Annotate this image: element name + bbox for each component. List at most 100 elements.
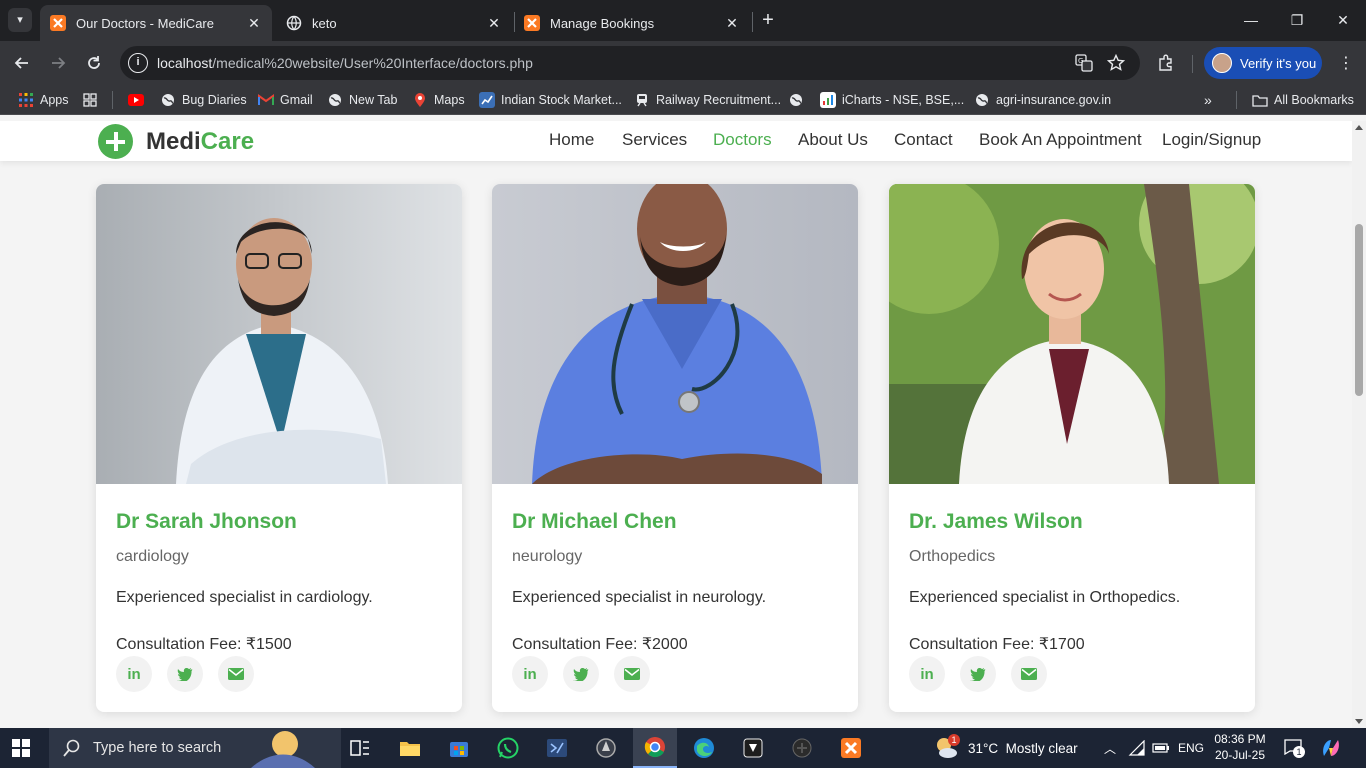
weather-widget[interactable]: 1 31°C Mostly clear [934, 728, 1078, 768]
edge-icon[interactable] [682, 728, 726, 768]
whatsapp-icon[interactable] [486, 728, 530, 768]
xampp-icon [50, 15, 66, 31]
xampp-icon[interactable] [829, 728, 873, 768]
tab-our-doctors[interactable]: Our Doctors - MediCare ✕ [40, 5, 272, 41]
site-info-icon[interactable]: i [128, 53, 148, 73]
battery-icon[interactable] [1152, 728, 1170, 768]
nav-book-appointment[interactable]: Book An Appointment [979, 130, 1142, 150]
network-icon[interactable] [1128, 728, 1146, 768]
bookmark-apps[interactable]: Apps [18, 91, 69, 109]
windows-start-button[interactable] [12, 739, 30, 757]
task-view-icon[interactable] [338, 728, 382, 768]
search-highlight-illustration [251, 731, 315, 768]
linkedin-icon[interactable]: in [909, 656, 945, 692]
notification-icon: 1 [1284, 739, 1305, 758]
new-tab-button[interactable]: + [758, 9, 778, 31]
minimize-button[interactable]: — [1228, 0, 1274, 40]
verify-profile-button[interactable]: Verify it's you [1204, 47, 1322, 79]
language-indicator[interactable]: ENG [1178, 728, 1204, 768]
doctor-description: Experienced specialist in neurology. [512, 589, 767, 606]
globe-icon [160, 92, 176, 108]
twitter-icon[interactable] [960, 656, 996, 692]
nav-doctors[interactable]: Doctors [713, 130, 772, 150]
social-links: in [512, 656, 650, 692]
close-tab-icon[interactable]: ✕ [486, 15, 502, 31]
system-clock[interactable]: 08:36 PM 20-Jul-25 [1210, 731, 1270, 763]
chevron-up-icon: ︿ [1104, 741, 1117, 756]
chrome-menu-button[interactable]: ⋮ [1332, 49, 1360, 77]
doctor-card: Dr Michael Chen neurology Experienced sp… [492, 184, 858, 712]
bookmark-star-icon[interactable] [1106, 53, 1126, 73]
all-bookmarks-button[interactable]: All Bookmarks [1252, 91, 1354, 109]
tab-search-button[interactable]: ▾ [8, 8, 32, 32]
linkedin-icon[interactable]: in [512, 656, 548, 692]
browser-toolbar: i localhost/medical%20website/User%20Int… [0, 41, 1366, 85]
close-tab-icon[interactable]: ✕ [246, 15, 262, 31]
notifications-button[interactable]: 1 [1284, 728, 1305, 768]
tab-manage-bookings[interactable]: Manage Bookings ✕ [514, 5, 750, 41]
app-icon[interactable] [731, 728, 775, 768]
globe-icon [974, 92, 990, 108]
bookmark-gmail[interactable]: Gmail [258, 91, 313, 109]
extensions-button[interactable] [1152, 49, 1180, 77]
taskbar-search-box[interactable]: Type here to search [49, 728, 341, 768]
file-explorer-icon[interactable] [388, 728, 432, 768]
chrome-icon[interactable] [633, 728, 677, 768]
show-hidden-icons-button[interactable]: ︿ [1104, 728, 1116, 768]
nav-contact[interactable]: Contact [894, 130, 953, 150]
back-button[interactable] [8, 49, 36, 77]
bookmark-grid[interactable] [82, 91, 98, 109]
logo-text: MediCare [146, 127, 255, 155]
microsoft-store-icon[interactable] [437, 728, 481, 768]
nav-services[interactable]: Services [622, 130, 687, 150]
forward-button[interactable] [44, 49, 72, 77]
close-window-button[interactable]: ✕ [1320, 0, 1366, 40]
restore-button[interactable]: ❐ [1274, 0, 1320, 40]
bookmarks-overflow-button[interactable]: » [1204, 91, 1212, 109]
bookmark-maps[interactable]: Maps [412, 91, 465, 109]
scroll-up-arrow-icon[interactable] [1355, 125, 1363, 130]
email-icon[interactable] [218, 656, 254, 692]
address-bar[interactable]: i localhost/medical%20website/User%20Int… [120, 46, 1140, 80]
app-icon[interactable] [780, 728, 824, 768]
nav-about-us[interactable]: About Us [798, 130, 868, 150]
twitter-icon[interactable] [167, 656, 203, 692]
reload-button[interactable] [80, 49, 108, 77]
app-icon[interactable] [584, 728, 628, 768]
email-icon[interactable] [1011, 656, 1047, 692]
maps-icon [412, 92, 428, 108]
tab-separator [752, 12, 753, 32]
doctor-specialty: neurology [512, 548, 583, 565]
clock-date: 20-Jul-25 [1214, 748, 1266, 762]
bookmark-bug-diaries[interactable]: Bug Diaries [160, 91, 247, 109]
bookmark-new-tab[interactable]: New Tab [327, 91, 397, 109]
translate-icon[interactable]: G [1074, 53, 1094, 73]
bookmark-icharts[interactable]: iCharts - NSE, BSE,... [820, 91, 964, 109]
copilot-icon[interactable] [1320, 728, 1342, 768]
doctor-name: Dr. James Wilson [909, 510, 1083, 533]
tab-keto[interactable]: keto ✕ [276, 5, 512, 41]
bookmark-agri-insurance[interactable]: agri-insurance.gov.in [974, 91, 1111, 109]
site-logo[interactable]: MediCare [98, 124, 254, 159]
page-scrollbar[interactable] [1352, 121, 1366, 728]
tab-title: Manage Bookings [550, 15, 655, 31]
scrollbar-thumb[interactable] [1355, 224, 1363, 396]
xampp-icon [524, 15, 540, 31]
nav-login-signup[interactable]: Login/Signup [1162, 130, 1261, 150]
close-tab-icon[interactable]: ✕ [724, 15, 740, 31]
bookmark-youtube[interactable] [128, 91, 144, 109]
email-icon[interactable] [614, 656, 650, 692]
url-text[interactable]: localhost/medical%20website/User%20Inter… [157, 55, 533, 71]
bookmark-railway-recruitment[interactable]: Railway Recruitment... [634, 91, 781, 109]
bookmark-globe[interactable] [788, 91, 804, 109]
globe-icon [788, 92, 804, 108]
scroll-down-arrow-icon[interactable] [1355, 719, 1363, 724]
linkedin-icon[interactable]: in [116, 656, 152, 692]
doctor-specialty: cardiology [116, 548, 189, 565]
twitter-icon[interactable] [563, 656, 599, 692]
nav-home[interactable]: Home [549, 130, 594, 150]
consultation-fee: Consultation Fee: ₹1500 [116, 636, 292, 653]
vscode-icon[interactable] [535, 728, 579, 768]
bookmark-indian-stock-market[interactable]: Indian Stock Market... [479, 91, 622, 109]
bookmark-label: Indian Stock Market... [501, 93, 622, 107]
